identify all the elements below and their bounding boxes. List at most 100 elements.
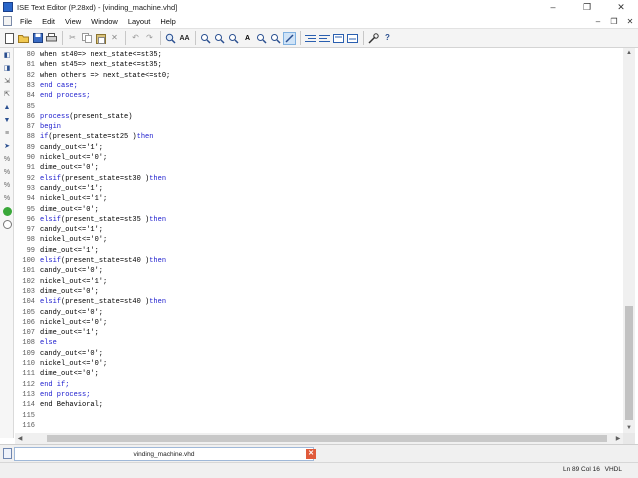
tab-vinding-machine[interactable]: vinding_machine.vhd xyxy=(14,447,314,461)
child-close-button[interactable]: ✕ xyxy=(622,14,638,28)
child-minimize-button[interactable]: – xyxy=(590,14,606,28)
code-line[interactable]: 109 candy_out<='0'; xyxy=(15,349,615,359)
maximize-button[interactable]: ❐ xyxy=(570,0,604,14)
code-line[interactable]: 94 nickel_out<='1'; xyxy=(15,194,615,204)
menu-window[interactable]: Window xyxy=(86,17,123,26)
cursor-icon[interactable]: ➤ xyxy=(1,140,13,152)
format-icon[interactable]: ≡ xyxy=(1,127,13,139)
comment-icon[interactable] xyxy=(332,32,345,45)
find-prev-icon[interactable] xyxy=(213,32,226,45)
code-line[interactable]: 90 nickel_out<='0'; xyxy=(15,153,615,163)
paste-icon[interactable] xyxy=(94,32,107,45)
move-down-icon[interactable]: ▼ xyxy=(1,114,13,126)
code-line[interactable]: 99 dime_out<='1'; xyxy=(15,246,615,256)
code-line[interactable]: 95 dime_out<='0'; xyxy=(15,205,615,215)
code-line[interactable]: 116 xyxy=(15,421,615,431)
copy-icon[interactable] xyxy=(80,32,93,45)
collapse-icon[interactable]: ⇱ xyxy=(1,88,13,100)
print-icon[interactable] xyxy=(45,32,58,45)
outdent-icon[interactable] xyxy=(318,32,331,45)
search-active-icon[interactable] xyxy=(283,31,296,45)
save-icon[interactable] xyxy=(31,32,44,45)
bookmark-prev-icon[interactable] xyxy=(255,32,268,45)
scroll-left-icon[interactable]: ◀ xyxy=(15,433,25,444)
code-editor[interactable]: 80 when st40=> next_state<=st35; 81 when st… xyxy=(15,48,623,433)
stop-icon[interactable] xyxy=(1,218,13,230)
dock-left-icon[interactable]: ◧ xyxy=(1,49,13,61)
dock-right-icon[interactable]: ◨ xyxy=(1,62,13,74)
code-line[interactable]: 93 candy_out<='1'; xyxy=(15,184,615,194)
tag-edit-icon[interactable]: % xyxy=(1,179,13,191)
undo-icon[interactable]: ↶ xyxy=(129,32,142,45)
code-line[interactable]: 115 xyxy=(15,411,615,421)
move-up-icon[interactable]: ▲ xyxy=(1,101,13,113)
find-next-icon[interactable] xyxy=(199,32,212,45)
code-line[interactable]: 100 elsif(present_state=st40 )then xyxy=(15,256,615,266)
help-icon[interactable]: ? xyxy=(381,32,394,45)
menu-file[interactable]: File xyxy=(15,17,37,26)
code-line[interactable]: 104 elsif(present_state=st40 )then xyxy=(15,297,615,307)
go-icon[interactable] xyxy=(1,205,13,217)
edit-icon[interactable]: % xyxy=(1,153,13,165)
code-line[interactable]: 108 else xyxy=(15,338,615,348)
code-line[interactable]: 89 candy_out<='1'; xyxy=(15,143,615,153)
vertical-scrollbar[interactable]: ▲ ▼ xyxy=(623,48,635,433)
code-line[interactable]: 103 dime_out<='0'; xyxy=(15,287,615,297)
menu-view[interactable]: View xyxy=(60,17,86,26)
code-line[interactable]: 112 end if; xyxy=(15,380,615,390)
tag-remove-icon[interactable]: % xyxy=(1,192,13,204)
expand-icon[interactable]: ⇲ xyxy=(1,75,13,87)
delete-icon[interactable]: ✕ xyxy=(108,32,121,45)
redo-icon[interactable]: ↷ xyxy=(143,32,156,45)
code-line[interactable]: 107 dime_out<='1'; xyxy=(15,328,615,338)
code-line[interactable]: 96 elsif(present_state=st35 )then xyxy=(15,215,615,225)
code-line[interactable]: 101 candy_out<='0'; xyxy=(15,266,615,276)
properties-icon[interactable] xyxy=(367,32,380,45)
child-restore-button[interactable]: ❐ xyxy=(606,14,622,28)
tag-icon[interactable]: % xyxy=(1,166,13,178)
code-line[interactable]: 80 when st40=> next_state<=st35; xyxy=(15,50,615,60)
document-icon[interactable] xyxy=(3,16,12,26)
code-line[interactable]: 105 candy_out<='0'; xyxy=(15,308,615,318)
code-line[interactable]: 84 end process; xyxy=(15,91,615,101)
code-line[interactable]: 83 end case; xyxy=(15,81,615,91)
open-folder-icon[interactable] xyxy=(17,32,30,45)
horizontal-scrollbar[interactable]: ◀ ▶ xyxy=(15,433,623,444)
close-button[interactable]: ✕ xyxy=(604,0,638,14)
bookmark-clear-icon[interactable] xyxy=(269,32,282,45)
minimize-button[interactable]: – xyxy=(536,0,570,14)
code-line[interactable]: 111 dime_out<='0'; xyxy=(15,369,615,379)
tab-close-icon[interactable]: ✕ xyxy=(306,449,316,459)
code-line[interactable]: 85 xyxy=(15,102,615,112)
scroll-right-icon[interactable]: ▶ xyxy=(613,433,623,444)
code-line[interactable]: 114 end Behavioral; xyxy=(15,400,615,410)
vertical-scroll-thumb[interactable] xyxy=(625,306,633,420)
code-line[interactable]: 86 process(present_state) xyxy=(15,112,615,122)
code-line[interactable]: 106 nickel_out<='0'; xyxy=(15,318,615,328)
menu-layout[interactable]: Layout xyxy=(123,17,156,26)
code-line[interactable]: 91 dime_out<='0'; xyxy=(15,163,615,173)
code-line[interactable]: 113 end process; xyxy=(15,390,615,400)
bookmark-next-icon[interactable]: A xyxy=(241,32,254,45)
cut-icon[interactable]: ✂ xyxy=(66,32,79,45)
code-line[interactable]: 98 nickel_out<='0'; xyxy=(15,235,615,245)
code-line[interactable]: 92 elsif(present_state=st30 )then xyxy=(15,174,615,184)
indent-icon[interactable] xyxy=(304,32,317,45)
code-line[interactable]: 102 nickel_out<='1'; xyxy=(15,277,615,287)
uncomment-icon[interactable] xyxy=(346,32,359,45)
find-icon[interactable] xyxy=(164,32,177,45)
new-file-icon[interactable] xyxy=(3,32,16,45)
menu-help[interactable]: Help xyxy=(155,17,180,26)
menu-edit[interactable]: Edit xyxy=(37,17,60,26)
code-line[interactable]: 97 candy_out<='1'; xyxy=(15,225,615,235)
code-line[interactable]: 87 begin xyxy=(15,122,615,132)
bookmark-icon[interactable] xyxy=(227,32,240,45)
code-line[interactable]: 82 when others => next_state<=st0; xyxy=(15,71,615,81)
code-line[interactable]: 88 if(present_state=st25 )then xyxy=(15,132,615,142)
code-line[interactable]: 81 when st45=> next_state<=st35; xyxy=(15,60,615,70)
code-line[interactable]: 110 nickel_out<='0'; xyxy=(15,359,615,369)
scroll-down-icon[interactable]: ▼ xyxy=(623,423,635,433)
horizontal-scroll-thumb[interactable] xyxy=(47,435,607,442)
find-replace-icon[interactable]: AA xyxy=(178,32,191,45)
scroll-up-icon[interactable]: ▲ xyxy=(623,48,635,58)
